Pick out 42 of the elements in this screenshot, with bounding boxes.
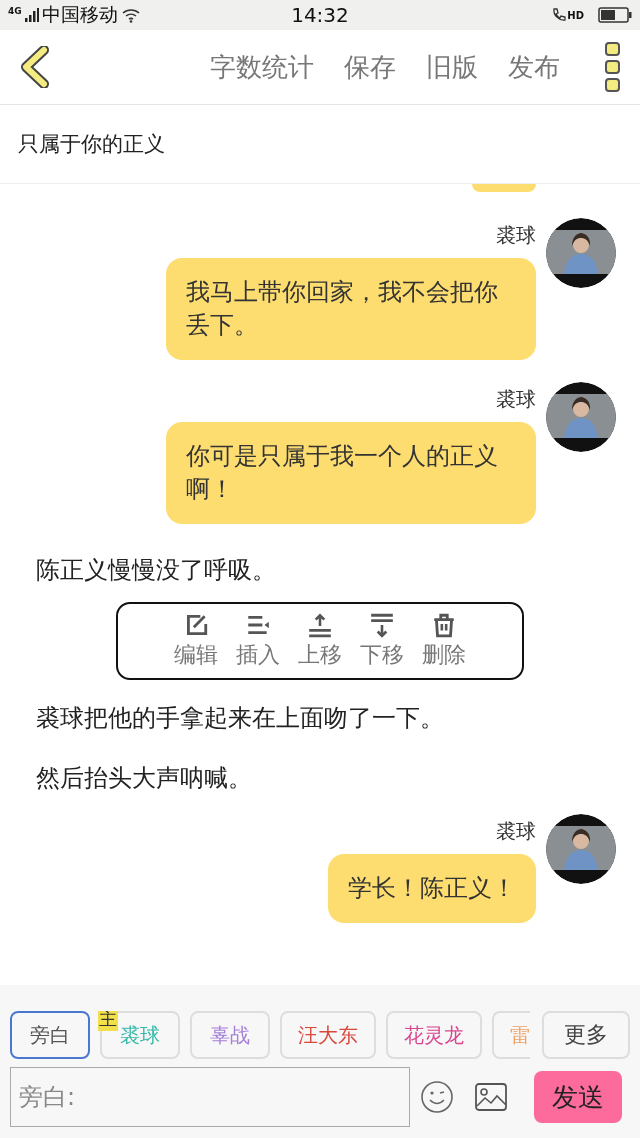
speaker-name: 裘球 xyxy=(496,818,536,845)
menu-item[interactable]: 下移 xyxy=(360,612,404,670)
emoji-icon[interactable] xyxy=(420,1080,454,1114)
signal-icon xyxy=(24,8,39,22)
message-bubble[interactable]: 你可是只属于我一个人的正义啊！ xyxy=(166,422,536,524)
role-chip[interactable]: 汪大东 xyxy=(280,1011,376,1059)
wifi-icon xyxy=(120,7,141,23)
role-chip[interactable]: 花灵龙 xyxy=(386,1011,482,1059)
more-menu-icon[interactable] xyxy=(604,42,622,92)
menu-item[interactable]: 插入 xyxy=(236,612,280,670)
move-up-icon xyxy=(307,612,333,638)
hd-label: HD xyxy=(567,10,584,21)
role-chip[interactable]: 辜战 xyxy=(190,1011,270,1059)
back-icon[interactable] xyxy=(18,46,50,88)
menu-item[interactable]: 编辑 xyxy=(174,612,218,670)
trash-icon xyxy=(431,612,457,638)
image-icon[interactable] xyxy=(474,1082,508,1112)
move-down-icon xyxy=(369,612,395,638)
toolbar-action[interactable]: 发布 xyxy=(508,49,560,85)
menu-item[interactable]: 删除 xyxy=(422,612,466,670)
chapter-title: 只属于你的正义 xyxy=(0,105,640,184)
phone-icon xyxy=(551,7,568,23)
toolbar-action[interactable]: 保存 xyxy=(344,49,396,85)
network-type: 4G xyxy=(8,6,22,16)
role-chip[interactable]: 旁白 xyxy=(10,1011,90,1059)
speaker-name: 裘球 xyxy=(496,222,536,249)
menu-item[interactable]: 上移 xyxy=(298,612,342,670)
message-bubble[interactable]: 学长！陈正义！ xyxy=(328,854,536,923)
narration-text[interactable]: 陈正义慢慢没了呼吸。 xyxy=(0,552,640,588)
toolbar-action[interactable]: 字数统计 xyxy=(210,49,314,85)
more-button[interactable]: 更多 xyxy=(542,1011,630,1059)
narration-text[interactable]: 然后抬头大声呐喊。 xyxy=(0,760,640,796)
carrier-name: 中国移动 xyxy=(41,2,118,27)
message-bubble[interactable]: 我马上带你回家，我不会把你丢下。 xyxy=(166,258,536,360)
message-input[interactable]: 旁白: xyxy=(10,1067,410,1127)
battery-icon xyxy=(598,7,632,23)
message-bubble xyxy=(472,184,536,192)
narration-text[interactable]: 裘球把他的手拿起来在上面吻了一下。 xyxy=(0,700,640,736)
send-button[interactable]: 发送 xyxy=(534,1071,622,1123)
clock-time: 14:32 xyxy=(290,3,350,27)
toolbar-action[interactable]: 旧版 xyxy=(426,49,478,85)
speaker-name: 裘球 xyxy=(496,386,536,413)
